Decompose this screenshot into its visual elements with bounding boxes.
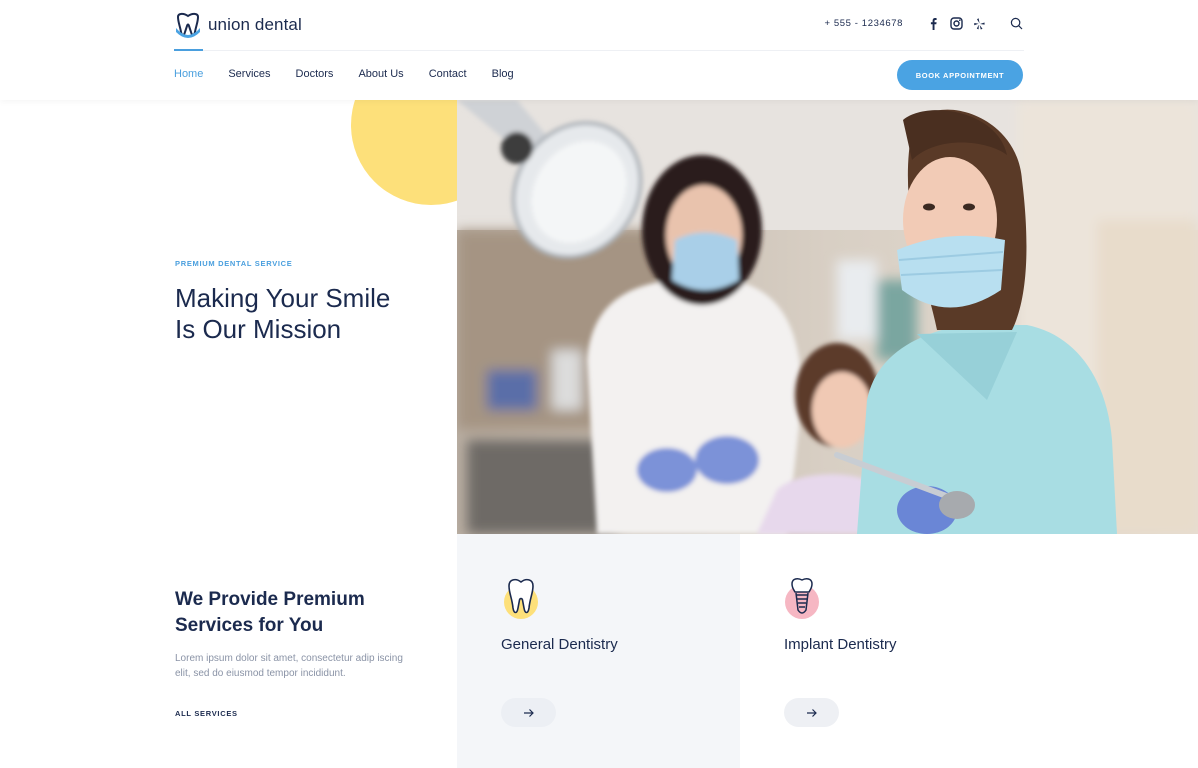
service-card-title: General Dentistry [501,636,618,653]
nav-item-about-us[interactable]: About Us [358,68,403,80]
service-card-title: Implant Dentistry [784,636,897,653]
facebook-icon[interactable] [927,17,940,30]
hero-title: Making Your Smile Is Our Mission [175,283,391,344]
search-icon[interactable] [1010,17,1023,30]
service-card-general-dentistry[interactable]: General Dentistry [457,534,740,768]
phone-number[interactable]: + 555 - 1234678 [825,18,903,29]
services-intro: We Provide Premium Services for You Lore… [0,534,457,768]
services-description: Lorem ipsum dolor sit amet, consectetur … [175,653,403,679]
tooth-icon [504,578,538,619]
service-card-implant-dentistry[interactable]: Implant Dentistry [740,534,1023,768]
hero-eyebrow: PREMIUM DENTAL SERVICE [175,259,293,268]
service-card-arrow-button[interactable] [784,698,839,727]
nav-item-contact[interactable]: Contact [429,68,467,80]
top-contact-bar: + 555 - 1234678 [825,17,1023,30]
services-title: We Provide Premium Services for You [175,589,365,636]
nav-item-home[interactable]: Home [174,68,203,80]
dental-clinic-photo [457,100,1198,534]
nav-active-indicator [174,49,203,51]
tooth-logo-icon [176,12,200,38]
service-card-arrow-button[interactable] [501,698,556,727]
implant-icon [785,578,819,619]
nav-item-blog[interactable]: Blog [492,68,514,80]
brand-name: union dental [208,15,302,34]
decorative-circle [351,100,457,205]
arrow-right-icon [806,708,817,717]
logo[interactable]: union dental [174,12,302,38]
header-divider [174,50,1024,51]
arrow-right-icon [523,708,534,717]
instagram-icon[interactable] [950,17,963,30]
main-nav: Home Services Doctors About Us Contact B… [174,68,514,80]
nav-item-services[interactable]: Services [228,68,270,80]
nav-item-doctors[interactable]: Doctors [296,68,334,80]
hero-text-panel: PREMIUM DENTAL SERVICE Making Your Smile… [0,100,457,534]
site-header: union dental + 555 - 1234678 Home Servic… [0,0,1198,100]
all-services-link[interactable]: ALL SERVICES [175,709,238,718]
hero-photo [457,100,1198,534]
yelp-icon[interactable] [973,17,986,30]
book-appointment-button[interactable]: BOOK APPOINTMENT [897,60,1023,90]
